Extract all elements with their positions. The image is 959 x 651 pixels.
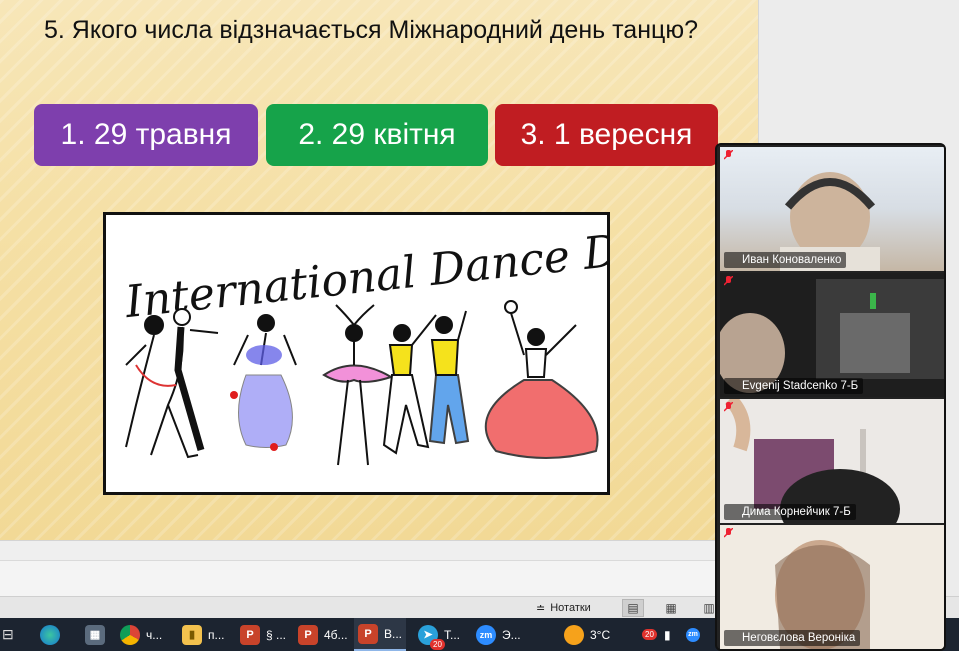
powerpoint-icon: P — [240, 624, 260, 645]
notes-pane[interactable] — [0, 560, 758, 596]
taskbar-label: ч... — [146, 627, 163, 642]
dancer-couple — [125, 308, 219, 459]
dancer-bellydancer — [230, 314, 297, 451]
notes-icon: ≐ — [536, 602, 546, 615]
participant-name: Evgenij Stadcenko 7-Б — [724, 378, 864, 394]
slide-canvas[interactable]: 5. Якого числа відзначається Міжнародний… — [0, 0, 758, 540]
video-tile[interactable]: Иван Коноваленко — [720, 147, 944, 271]
slide-question: 5. Якого числа відзначається Міжнародний… — [44, 16, 698, 44]
participant-name: Дима Корнейчик 7-Б — [724, 504, 856, 520]
tray-notification-icon[interactable]: 20 — [642, 618, 662, 651]
taskbar-label: Т... — [444, 627, 461, 642]
calculator-icon[interactable]: ▦ — [85, 618, 105, 651]
telegram-badge: 20 — [430, 639, 445, 650]
dance-day-image: International Dance Day — [103, 212, 673, 495]
answer-option-1[interactable]: 1. 29 травня — [34, 104, 258, 166]
task-view-icon[interactable]: ⊟ — [2, 618, 24, 651]
dancer-hiphop — [382, 310, 470, 455]
participant-name: Неговєлова Вероніка — [724, 630, 861, 646]
muted-mic-icon — [724, 402, 733, 412]
muted-mic-icon — [724, 150, 733, 160]
dancer-ballerina — [322, 304, 394, 466]
notes-label: Нотатки — [550, 602, 591, 614]
zoom-tray-icon[interactable]: zm — [686, 618, 706, 651]
video-tile[interactable]: Evgenij Stadcenko 7-Б — [720, 273, 944, 397]
participant-name: Иван Коноваленко — [724, 252, 847, 268]
powerpoint-icon: P — [358, 623, 378, 644]
taskbar-powerpoint-1[interactable]: P § ... — [240, 618, 290, 651]
dancer-flamenco — [484, 300, 599, 459]
taskbar-label: п... — [208, 627, 225, 642]
taskbar-telegram[interactable]: ➤ Т... 20 — [418, 618, 468, 651]
slide-sorter-icon[interactable]: ▦ — [660, 599, 682, 617]
folder-icon: ▮ — [182, 624, 202, 645]
taskbar-chrome[interactable]: ч... — [120, 618, 172, 651]
answer-option-2[interactable]: 2. 29 квітня — [266, 104, 488, 166]
powerpoint-icon: P — [298, 624, 318, 645]
zoom-icon: zm — [476, 624, 496, 645]
muted-mic-icon — [724, 528, 733, 538]
answer-option-3[interactable]: 3. 1 вересня — [495, 104, 718, 166]
tray-badge: 20 — [642, 629, 657, 640]
taskbar-zoom[interactable]: zm Э... — [476, 618, 524, 651]
notes-button[interactable]: ≐ Нотатки — [530, 599, 597, 617]
edge-icon[interactable] — [40, 618, 60, 651]
video-tile[interactable]: Неговєлова Вероніка — [720, 525, 944, 649]
taskbar-label: Э... — [502, 627, 521, 642]
microphone-icon[interactable]: ▮ — [664, 618, 678, 651]
weather-temperature: 3°C — [590, 627, 611, 642]
taskbar-label: В... — [384, 626, 403, 641]
taskbar-label: § ... — [266, 627, 287, 642]
chrome-icon — [120, 624, 140, 645]
image-title-text: International Dance Day — [122, 220, 607, 328]
weather-sun-icon — [564, 624, 584, 645]
video-tile[interactable]: Дима Корнейчик 7-Б — [720, 399, 944, 523]
weather-widget[interactable]: 3°C — [564, 618, 624, 651]
taskbar-label: 4б... — [324, 627, 348, 642]
normal-view-icon[interactable]: ▤ — [622, 599, 644, 617]
zoom-gallery-panel[interactable]: Иван Коноваленко Evgenij Stadcenko 7-Б Д… — [715, 143, 946, 651]
taskbar-powerpoint-2[interactable]: P 4б... — [298, 618, 352, 651]
muted-mic-icon — [724, 276, 733, 286]
taskbar-explorer[interactable]: ▮ п... — [182, 618, 230, 651]
taskbar-powerpoint-3[interactable]: P В... — [354, 618, 406, 651]
